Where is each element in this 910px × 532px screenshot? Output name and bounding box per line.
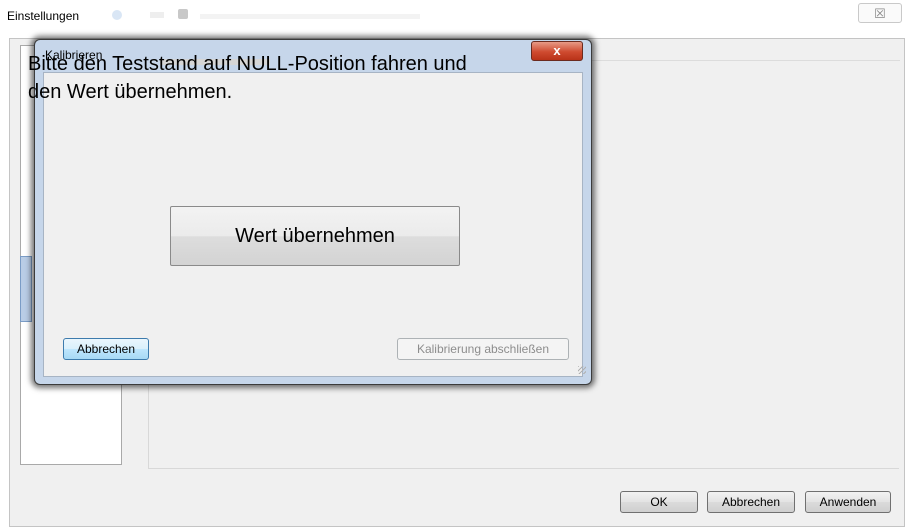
dialog-message: Bitte den Teststand auf NULL-Position fa… [28,50,548,106]
ok-button[interactable]: OK [620,491,698,513]
resize-grip-icon[interactable] [578,366,586,374]
dialog-message-line-1: Bitte den Teststand auf NULL-Position fa… [28,53,467,75]
take-value-button[interactable]: Wert übernehmen [170,206,460,266]
close-icon[interactable]: ☒ [858,3,902,23]
apply-button[interactable]: Anwenden [805,491,891,513]
finish-calibration-button: Kalibrierung abschließen [397,338,569,360]
titlebar-blurred-icon [178,9,188,19]
category-list-selection[interactable] [20,256,32,322]
titlebar-blurred-text [200,14,420,19]
cancel-button[interactable]: Abbrechen [707,491,795,513]
settings-titlebar: Einstellungen ☒ [0,0,910,36]
dialog-message-line-2: den Wert übernehmen. [28,81,233,103]
panel-divider [590,60,900,61]
settings-window-title: Einstellungen [7,9,80,23]
dialog-cancel-button[interactable]: Abbrechen [63,338,149,360]
titlebar-blurred-mark [150,12,164,18]
titlebar-blurred-icon [112,10,122,20]
